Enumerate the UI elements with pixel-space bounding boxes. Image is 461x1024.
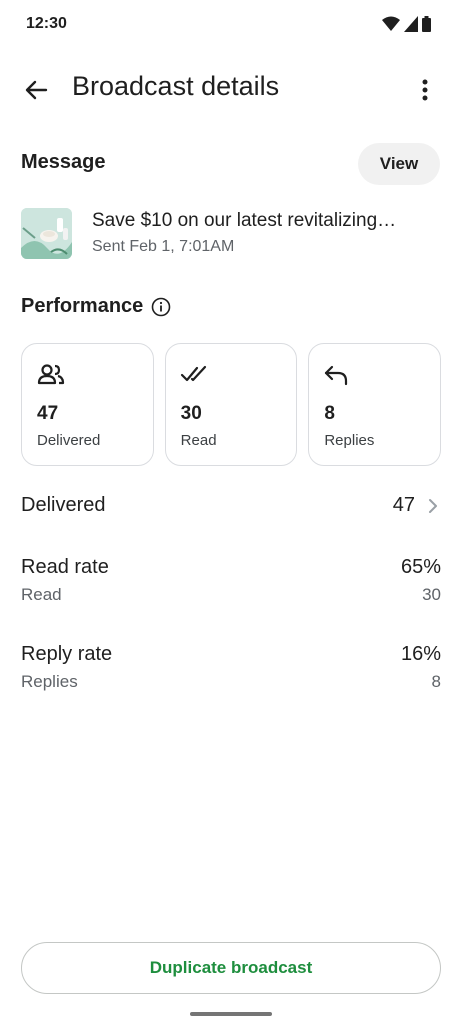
message-title: Save $10 on our latest revitalizing… [92,210,397,231]
delivered-row-label: Delivered [21,494,106,516]
view-button[interactable]: View [358,143,440,185]
chevron-right-icon [429,499,437,513]
status-icons [382,16,431,32]
read-rate-row: Read rate 65% Read 30 [21,556,441,608]
reply-rate-value: 16% [400,643,441,665]
signal-icon [404,16,418,32]
replies-count: 8 [324,403,335,424]
replies-sub-value: 8 [431,672,441,691]
people-icon [37,364,65,385]
wifi-icon [382,16,400,31]
read-sub-label: Read [21,585,62,604]
arrow-back-icon [25,80,48,100]
status-bar: 12:30 [0,0,461,50]
battery-icon [422,16,431,32]
message-sent-time: Sent Feb 1, 7:01AM [92,238,235,255]
message-thumbnail [21,208,72,259]
delivered-count: 47 [37,403,59,424]
duplicate-broadcast-button[interactable]: Duplicate broadcast [21,942,441,994]
delivered-label: Delivered [37,432,101,449]
performance-cards: 47 Delivered 30 Read 8 Replies [21,343,442,466]
read-label: Read [180,432,217,449]
product-image-icon [21,208,72,259]
info-icon[interactable] [151,297,171,317]
replies-card: 8 Replies [308,343,442,466]
replies-label: Replies [324,432,375,449]
status-time: 12:30 [26,15,67,32]
read-rate-label: Read rate [21,556,109,578]
home-indicator[interactable] [190,1012,272,1016]
delivered-row-value: 47 [392,494,415,516]
double-check-icon [180,365,206,382]
message-row[interactable]: Save $10 on our latest revitalizing… Sen… [21,206,441,262]
message-section-label: Message [21,151,106,173]
page-title: Broadcast details [72,71,280,101]
read-sub-value: 30 [422,585,441,604]
reply-icon [325,365,348,386]
delivered-row[interactable]: Delivered 47 [21,494,441,522]
read-rate-value: 65% [400,556,441,578]
delivered-card: 47 Delivered [21,343,154,466]
app-bar: Broadcast details [0,60,461,116]
more-options-button[interactable] [411,74,439,106]
more-vert-icon [422,79,428,101]
reply-rate-label: Reply rate [21,643,113,665]
performance-header: Performance [21,295,171,318]
reply-rate-row: Reply rate 16% Replies 8 [21,643,441,695]
read-count: 30 [180,403,202,424]
read-card: 30 Read [164,343,298,466]
back-button[interactable] [20,74,52,106]
performance-section-label: Performance [21,295,144,317]
replies-sub-label: Replies [21,672,78,691]
